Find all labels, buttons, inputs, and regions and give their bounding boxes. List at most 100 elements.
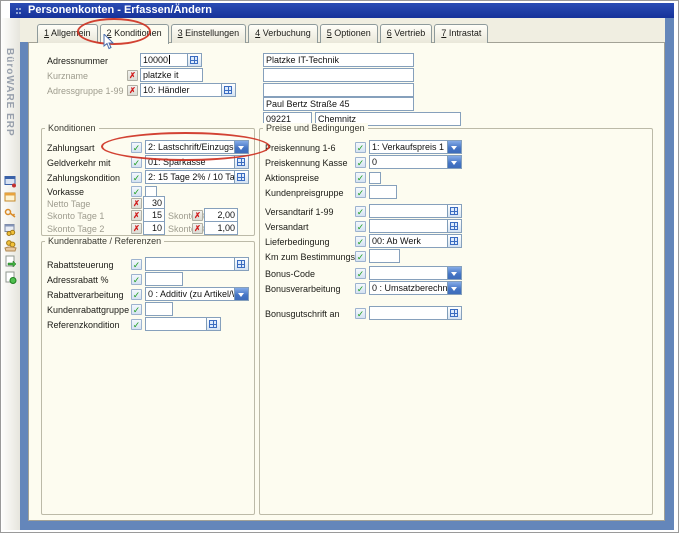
export-page-icon[interactable] (4, 255, 17, 268)
window-titlebar: Personenkonten - Erfassen/Ändern (10, 3, 674, 18)
label-versandtarif: Versandtarif 1-99 (265, 207, 334, 218)
zahlungsart-select[interactable]: 2: Lastschrift/Einzugserm (145, 140, 249, 154)
label-zahlungsart: Zahlungsart (47, 143, 95, 154)
tab-allgemein[interactable]: 1 Allgemein (37, 24, 98, 43)
lookup-icon[interactable] (447, 235, 461, 247)
name3-input[interactable] (263, 83, 414, 97)
chevron-down-icon[interactable] (447, 156, 461, 168)
zahlungskondition-value: 2: 15 Tage 2% / 10 Tag (148, 172, 240, 182)
chevron-down-icon[interactable] (447, 267, 461, 279)
lookup-icon[interactable] (221, 84, 235, 96)
bonusgutschrift-input[interactable] (369, 306, 462, 320)
accounts-icon[interactable] (4, 175, 17, 188)
versandtarif-input[interactable] (369, 204, 462, 218)
skonto-tage-1-input[interactable]: 15 (143, 208, 165, 222)
lookup-icon[interactable] (447, 205, 461, 217)
referenzkondition-input[interactable] (145, 317, 221, 331)
grip-icon (16, 8, 18, 10)
versandart-input[interactable] (369, 219, 462, 233)
lookup-icon[interactable] (447, 220, 461, 232)
editable-check-icon: ✓ (355, 187, 366, 198)
tab-vertrieb[interactable]: 6 Vertrieb (380, 24, 433, 43)
locked-x-icon: ✗ (192, 210, 203, 221)
name1-input[interactable]: Platzke IT-Technik (263, 53, 414, 67)
preiskennung-kasse-value: 0 (372, 157, 377, 167)
key-icon[interactable] (4, 207, 17, 220)
lookup-icon[interactable] (234, 156, 248, 168)
label-bonusverarbeitung: Bonusverarbeitung (265, 284, 341, 295)
label-skonto-tage-1: Skonto Tage 1 (47, 211, 104, 222)
label-rabattverarbeitung: Rabattverarbeitung (47, 290, 124, 301)
label-vorkasse: Vorkasse (47, 187, 84, 198)
brand-vertical-label: BüroWARE ERP (4, 48, 15, 178)
strasse-value: Paul Bertz Straße 45 (266, 99, 350, 109)
tab-optionen[interactable]: 5 Optionen (320, 24, 378, 43)
tab-einstellungen[interactable]: 3 Einstellungen (171, 24, 247, 43)
frame-right (665, 18, 674, 530)
label-bonusgutschrift: Bonusgutschrift an (265, 309, 340, 320)
rabattsteuerung-input[interactable] (145, 257, 249, 271)
confirm-page-icon[interactable] (4, 271, 17, 284)
lookup-icon[interactable] (447, 307, 461, 319)
editable-check-icon: ✓ (355, 157, 366, 168)
editable-check-icon: ✓ (355, 251, 366, 262)
kundenrabattgruppe-input[interactable] (145, 302, 173, 316)
lookup-icon[interactable] (234, 171, 248, 183)
editable-check-icon: ✓ (355, 236, 366, 247)
chevron-down-icon[interactable] (234, 141, 248, 153)
adressrabatt-input[interactable] (145, 272, 183, 286)
rabattverarbeitung-select[interactable]: 0 : Additiv (zu Artikel/WGR (145, 287, 249, 301)
tab-verbuchung[interactable]: 4 Verbuchung (248, 24, 318, 43)
kurzname-input[interactable]: platzke it (140, 68, 203, 82)
geldverkehr-input[interactable]: 01: Sparkasse (145, 155, 249, 169)
chevron-down-icon[interactable] (234, 288, 248, 300)
kundenpreisgruppe-input[interactable] (369, 185, 397, 199)
skonto-tage-2-input[interactable]: 10 (143, 221, 165, 235)
strasse-input[interactable]: Paul Bertz Straße 45 (263, 97, 414, 111)
editable-check-icon: ✓ (131, 142, 142, 153)
label-zahlungskondition: Zahlungskondition (47, 173, 120, 184)
skonto-pct-1-input[interactable]: 2,00 (204, 208, 238, 222)
groupbox-konditionen-title: Konditionen (45, 123, 99, 133)
skonto-pct-2-value: 1,00 (217, 223, 235, 233)
bonus-code-select[interactable] (369, 266, 462, 280)
cash-window-icon[interactable] (4, 223, 17, 236)
preiskennung-select[interactable]: 1: Verkaufspreis 1 (369, 140, 462, 154)
lookup-icon[interactable] (206, 318, 220, 330)
locked-x-icon: ✗ (131, 210, 142, 221)
editable-check-icon: ✓ (355, 206, 366, 217)
editable-check-icon: ✓ (131, 157, 142, 168)
label-preiskennung: Preiskennung 1-6 (265, 143, 336, 154)
label-aktionspreise: Aktionspreise (265, 173, 319, 184)
preiskennung-value: 1: Verkaufspreis 1 (372, 142, 444, 152)
adressnummer-input[interactable]: 10000 (140, 53, 202, 67)
adressgruppe-select[interactable]: 10: Händler (140, 83, 236, 97)
label-preiskennung-kasse: Preiskennung Kasse (265, 158, 348, 169)
zahlungskondition-input[interactable]: 2: 15 Tage 2% / 10 Tag (145, 170, 249, 184)
preiskennung-kasse-select[interactable]: 0 (369, 155, 462, 169)
aktionspreise-checkbox[interactable] (369, 172, 381, 184)
tab-intrastat[interactable]: 7 Intrastat (434, 24, 488, 43)
km-input[interactable] (369, 249, 400, 263)
payments-icon[interactable] (4, 239, 17, 252)
name2-input[interactable] (263, 68, 414, 82)
skonto-pct-2-input[interactable]: 1,00 (204, 221, 238, 235)
app-sidebar: BüroWARE ERP (2, 18, 20, 530)
form-icon[interactable] (4, 191, 17, 204)
chevron-down-icon[interactable] (447, 282, 461, 294)
editable-check-icon: ✓ (355, 308, 366, 319)
editable-check-icon: ✓ (131, 304, 142, 315)
editable-check-icon: ✓ (131, 289, 142, 300)
lieferbedingung-value: 00: Ab Werk (372, 236, 421, 246)
editable-check-icon: ✓ (131, 259, 142, 270)
lookup-icon[interactable] (234, 258, 248, 270)
frame-left (20, 42, 28, 530)
editable-check-icon: ✓ (355, 172, 366, 183)
lieferbedingung-input[interactable]: 00: Ab Werk (369, 234, 462, 248)
adressgruppe-value: 10: Händler (143, 85, 190, 95)
lookup-icon[interactable] (187, 54, 201, 66)
bonusverarbeitung-select[interactable]: 0 : Umsatzberechnung Adr (369, 281, 462, 295)
locked-x-icon: ✗ (192, 223, 203, 234)
chevron-down-icon[interactable] (447, 141, 461, 153)
skonto-tage-1-value: 15 (152, 210, 162, 220)
